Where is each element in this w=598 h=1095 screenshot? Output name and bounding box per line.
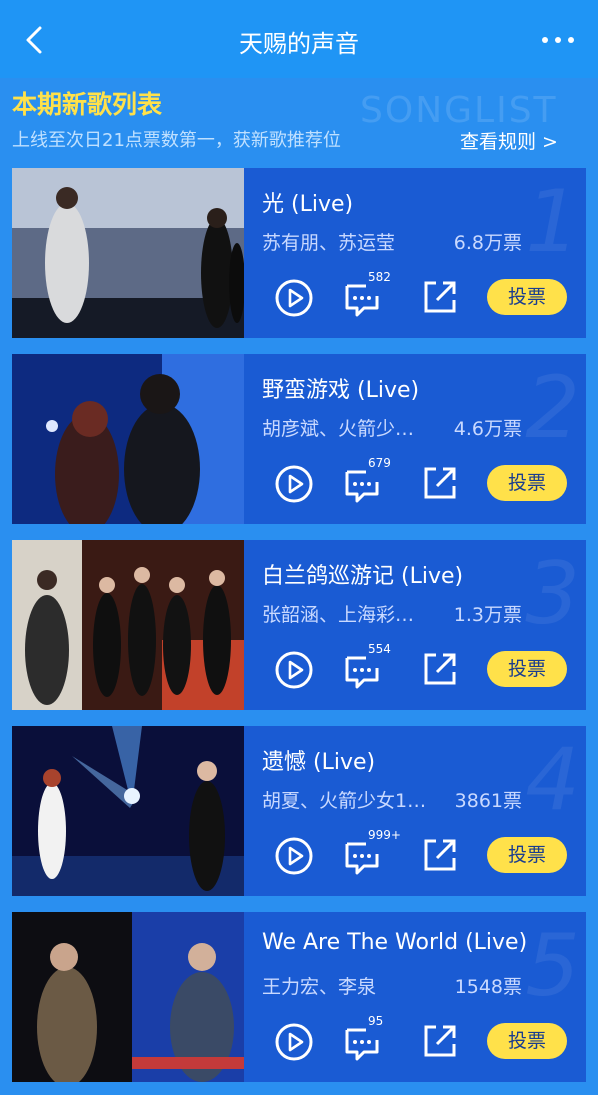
vote-count: 4.6万票 <box>453 418 522 440</box>
comment-count: 582 <box>368 270 391 284</box>
vote-button[interactable]: 投票 <box>487 465 567 501</box>
rank-number: 3 <box>525 544 580 644</box>
play-icon[interactable] <box>274 1022 314 1062</box>
section-title: 本期新歌列表 <box>12 90 163 119</box>
song-thumbnail[interactable] <box>12 354 244 524</box>
comment-icon[interactable] <box>342 650 386 690</box>
song-thumbnail[interactable] <box>12 912 244 1082</box>
comment-count: 554 <box>368 642 391 656</box>
song-artists: 王力宏、李泉 <box>262 976 377 998</box>
song-title[interactable]: 遗憾 (Live) <box>262 744 375 776</box>
play-icon[interactable] <box>274 836 314 876</box>
comment-icon[interactable] <box>342 464 386 504</box>
vote-count: 6.8万票 <box>453 232 522 254</box>
song-title[interactable]: 光 (Live) <box>262 186 353 218</box>
play-icon[interactable] <box>274 464 314 504</box>
vote-count: 1548票 <box>454 976 522 998</box>
rank-number: 5 <box>525 916 580 1016</box>
share-icon[interactable] <box>422 1022 458 1060</box>
section-subtitle: 上线至次日21点票数第一，获新歌推荐位 <box>12 130 341 151</box>
song-card[interactable]: 3 白兰鸽巡游记 (Live) 张韶涵、上海彩… 1.3万票 554 投票 <box>12 540 586 710</box>
play-icon[interactable] <box>274 650 314 690</box>
share-icon[interactable] <box>422 464 458 502</box>
song-artists: 苏有朋、苏运莹 <box>262 232 396 254</box>
comment-count: 679 <box>368 456 391 470</box>
rank-number: 2 <box>525 358 580 458</box>
comment-icon[interactable] <box>342 278 386 318</box>
vote-count: 1.3万票 <box>453 604 522 626</box>
more-icon[interactable] <box>540 30 576 50</box>
song-artists: 张韶涵、上海彩… <box>262 604 415 626</box>
song-card[interactable]: 2 野蛮游戏 (Live) 胡彦斌、火箭少… 4.6万票 679 投票 <box>12 354 586 524</box>
rank-number: 1 <box>525 172 580 272</box>
page-title: 天赐的声音 <box>239 30 359 58</box>
play-icon[interactable] <box>274 278 314 318</box>
song-card[interactable]: 5 We Are The World (Live) 王力宏、李泉 1548票 9… <box>12 912 586 1082</box>
comment-count: 95 <box>368 1014 384 1028</box>
vote-button[interactable]: 投票 <box>487 279 567 315</box>
section-bg-word: SONGLIST <box>360 90 558 131</box>
song-title[interactable]: 野蛮游戏 (Live) <box>262 372 419 404</box>
share-icon[interactable] <box>422 278 458 316</box>
comment-icon[interactable] <box>342 836 386 876</box>
share-icon[interactable] <box>422 836 458 874</box>
vote-button[interactable]: 投票 <box>487 651 567 687</box>
vote-button[interactable]: 投票 <box>487 837 567 873</box>
top-bar: 天赐的声音 <box>0 0 598 78</box>
vote-button[interactable]: 投票 <box>487 1023 567 1059</box>
rank-number: 4 <box>525 730 580 830</box>
song-thumbnail[interactable] <box>12 168 244 338</box>
vote-count: 3861票 <box>454 790 522 812</box>
song-title[interactable]: 白兰鸽巡游记 (Live) <box>262 558 463 590</box>
song-artists: 胡夏、火箭少女1… <box>262 790 427 812</box>
share-icon[interactable] <box>422 650 458 688</box>
song-thumbnail[interactable] <box>12 726 244 896</box>
comment-icon[interactable] <box>342 1022 386 1062</box>
song-thumbnail[interactable] <box>12 540 244 710</box>
song-card[interactable]: 4 遗憾 (Live) 胡夏、火箭少女1… 3861票 999+ 投票 <box>12 726 586 896</box>
comment-count: 999+ <box>368 828 401 842</box>
rules-link[interactable]: 查看规则 > <box>460 127 558 154</box>
song-card[interactable]: 1 光 (Live) 苏有朋、苏运莹 6.8万票 582 投票 <box>12 168 586 338</box>
song-artists: 胡彦斌、火箭少… <box>262 418 415 440</box>
song-title[interactable]: We Are The World (Live) <box>262 930 527 955</box>
